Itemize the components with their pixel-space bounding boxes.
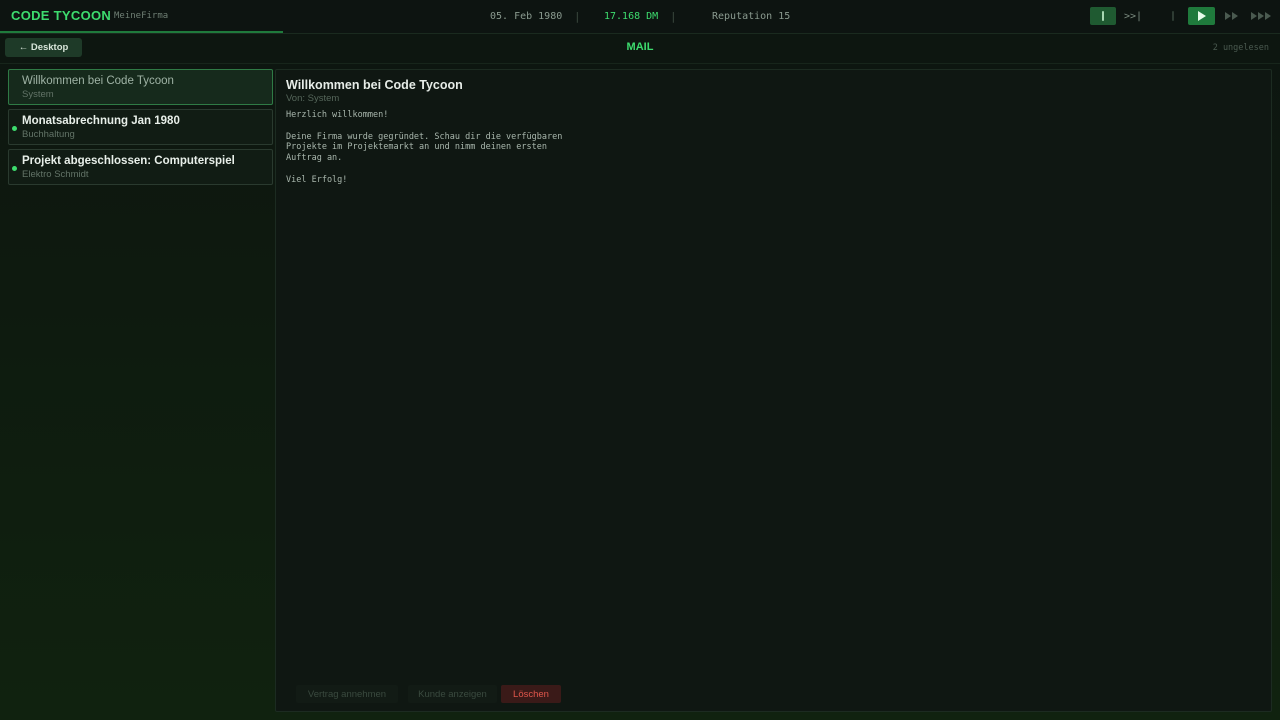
top-bar: CODE TYCOON MeineFirma 05. Feb 1980 | 17… <box>0 0 1280 34</box>
play-button[interactable] <box>1188 7 1215 25</box>
accept-contract-button[interactable]: Vertrag annehmen <box>296 685 398 703</box>
back-to-desktop-button[interactable]: ← Desktop <box>5 38 82 57</box>
page-title: MAIL <box>626 41 654 53</box>
game-date: 05. Feb 1980 <box>490 11 563 22</box>
mail-subject: Willkommen bei Code Tycoon <box>22 75 174 87</box>
mail-subject: Monatsabrechnung Jan 1980 <box>22 115 180 127</box>
pause-icon <box>1102 11 1104 21</box>
speed-pause-indicator[interactable] <box>1160 7 1186 25</box>
mail-detail-sender: Von: System <box>286 93 340 104</box>
mail-sender: System <box>22 89 54 100</box>
show-customer-button[interactable]: Kunde anzeigen <box>408 685 497 703</box>
delete-button[interactable]: Löschen <box>501 685 561 703</box>
unread-count: 2 ungelesen <box>1212 43 1269 53</box>
mail-reading-pane: Willkommen bei Code Tycoon Von: System H… <box>275 69 1272 712</box>
mail-sender: Elektro Schmidt <box>22 169 89 180</box>
pause-icon <box>1172 11 1174 21</box>
unread-dot-icon <box>12 126 17 131</box>
pause-button[interactable] <box>1090 7 1116 25</box>
step-button[interactable]: >>| <box>1120 7 1146 25</box>
fastest-forward-button[interactable] <box>1246 7 1276 25</box>
brand-underline <box>0 31 283 33</box>
mail-sender: Buchhaltung <box>22 129 75 140</box>
company-name: MeineFirma <box>114 11 169 21</box>
mail-list-item[interactable]: Projekt abgeschlossen: Computerspiel Ele… <box>8 149 273 185</box>
mail-list-item[interactable]: Willkommen bei Code Tycoon System <box>8 69 273 105</box>
stat-separator: | <box>670 10 677 23</box>
fastest-forward-icon <box>1251 12 1271 20</box>
unread-dot-icon <box>12 166 17 171</box>
header-divider <box>0 63 1280 64</box>
reputation: Reputation 15 <box>712 11 791 22</box>
mail-list-item[interactable]: Monatsabrechnung Jan 1980 Buchhaltung <box>8 109 273 145</box>
brand-title: CODE TYCOON <box>11 8 112 23</box>
step-icon: >>| <box>1123 10 1143 22</box>
mail-subject: Projekt abgeschlossen: Computerspiel <box>22 155 235 167</box>
play-icon <box>1197 11 1206 21</box>
mail-detail-body: Herzlich willkommen! Deine Firma wurde g… <box>286 110 563 185</box>
fast-forward-icon <box>1224 12 1238 20</box>
stat-separator: | <box>574 10 581 23</box>
fast-forward-button[interactable] <box>1219 7 1243 25</box>
money-balance: 17.168 DM <box>604 11 659 22</box>
mail-detail-subject: Willkommen bei Code Tycoon <box>286 78 463 92</box>
